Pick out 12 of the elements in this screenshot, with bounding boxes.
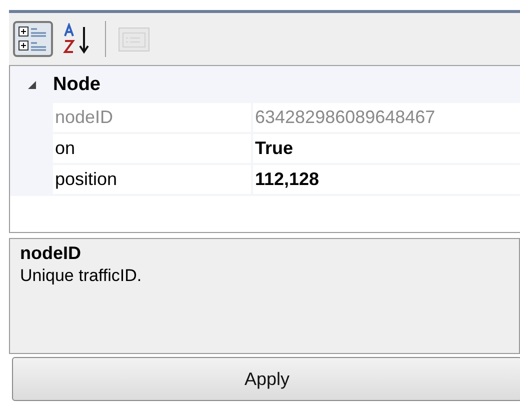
description-title: nodeID	[20, 243, 82, 264]
property-pages-icon	[118, 25, 150, 53]
categorized-icon	[18, 25, 48, 53]
category-name: Node	[53, 74, 100, 96]
property-name[interactable]: position	[53, 165, 253, 196]
property-name[interactable]: on	[53, 134, 253, 165]
description-text: Unique trafficID.	[20, 266, 143, 286]
expand-icon[interactable]	[26, 80, 36, 90]
categorized-button[interactable]	[13, 21, 53, 57]
property-value[interactable]: 112,128	[253, 165, 520, 196]
apply-button[interactable]: Apply	[12, 357, 520, 401]
property-value[interactable]: True	[253, 134, 520, 165]
